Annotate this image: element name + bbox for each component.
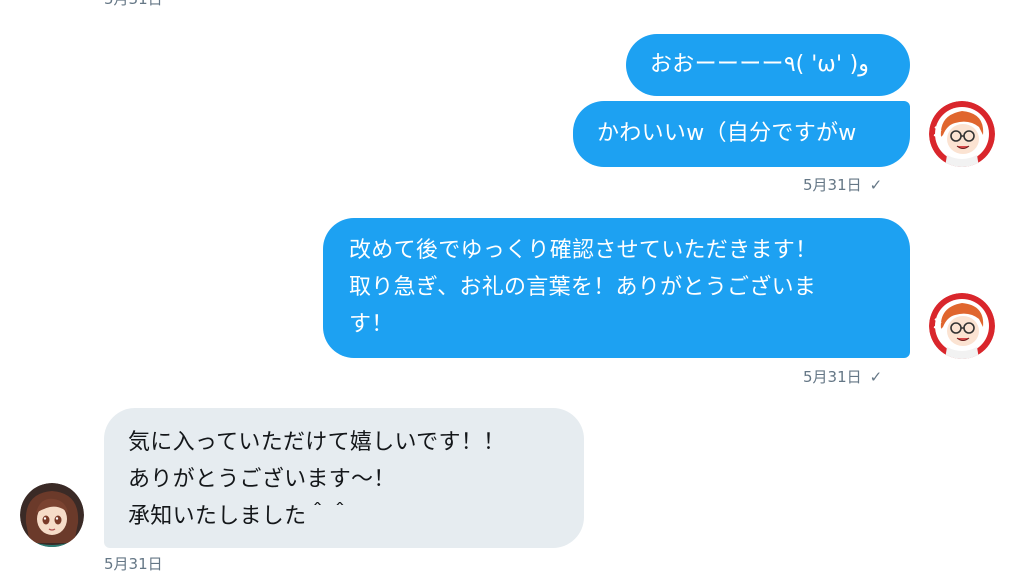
other-avatar[interactable] [20, 483, 84, 547]
avatar-orange-haired-glasses-character-icon [929, 293, 995, 359]
top-partial-timestamp: 5月31日 [104, 0, 163, 8]
avatar-orange-haired-glasses-character-icon [929, 101, 995, 167]
message-timestamp: 5月31日 ✓ [803, 176, 882, 194]
avatar-brown-haired-girl-icon [20, 483, 84, 547]
read-check-icon: ✓ [869, 368, 883, 386]
timestamp-text: 5月31日 [803, 176, 862, 194]
message-timestamp: 5月31日 ✓ [803, 368, 882, 386]
sent-message-bubble[interactable]: おおーーーー٩( 'ω' )و [626, 34, 910, 96]
sent-message-bubble[interactable]: かわいいw（自分ですがw [573, 101, 910, 167]
my-avatar[interactable] [929, 101, 995, 167]
sent-message-bubble[interactable]: 改めて後でゆっくり確認させていただきます！ 取り急ぎ、お礼の言葉を！ありがとうご… [323, 218, 910, 358]
read-check-icon: ✓ [869, 176, 883, 194]
received-message-bubble[interactable]: 気に入っていただけて嬉しいです！！ ありがとうございます〜！ 承知いたしました＾… [104, 408, 584, 548]
message-timestamp: 5月31日 [104, 555, 163, 573]
my-avatar[interactable] [929, 293, 995, 359]
timestamp-text: 5月31日 [803, 368, 862, 386]
